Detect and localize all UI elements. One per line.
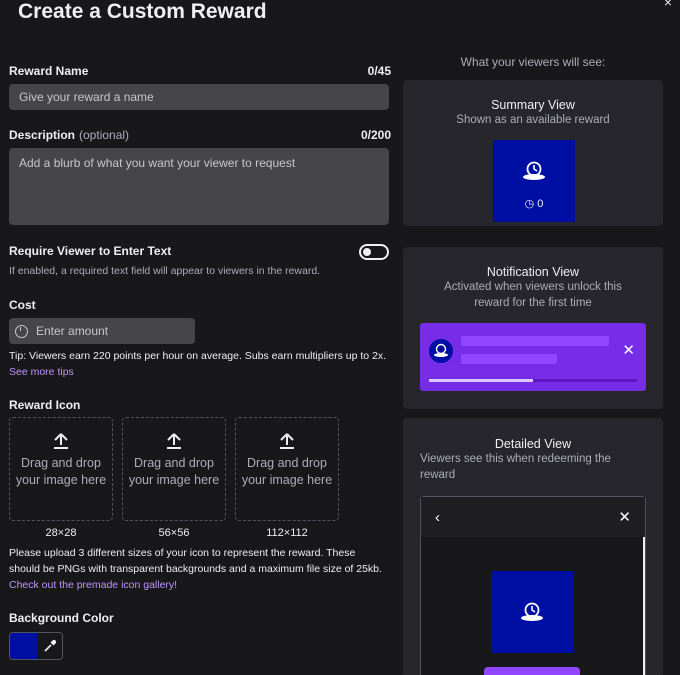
require-text-toggle[interactable] bbox=[359, 244, 389, 260]
reward-name-label: Reward Name bbox=[9, 64, 89, 78]
upload-help-text: Please upload 3 different sizes of your … bbox=[9, 547, 382, 575]
channel-points-icon bbox=[15, 324, 28, 338]
detailed-view-subtitle: Viewers see this when redeeming the rewa… bbox=[420, 453, 611, 481]
summary-view-subtitle: Shown as an available reward bbox=[456, 114, 610, 126]
reward-name-placeholder: Give your reward a name bbox=[19, 90, 154, 104]
icon-gallery-link[interactable]: Check out the premade icon gallery! bbox=[9, 579, 177, 591]
dropzone-text: Drag and drop your image here bbox=[128, 456, 220, 487]
description-textarea[interactable]: Add a blurb of what you want your viewer… bbox=[9, 148, 389, 225]
reward-name-input[interactable]: Give your reward a name bbox=[9, 84, 389, 110]
notification-view-card: Notification View Activated when viewers… bbox=[403, 247, 663, 409]
back-icon[interactable]: ‹ bbox=[435, 509, 440, 526]
summary-view-title: Summary View bbox=[491, 98, 575, 112]
description-label: Description bbox=[9, 128, 76, 142]
require-text-help: If enabled, a required text field will a… bbox=[9, 265, 321, 277]
summary-reward-tile: ◷ 0 bbox=[493, 140, 575, 222]
icon-dropzone-56[interactable]: Drag and drop your image here bbox=[122, 417, 226, 521]
dropzone-text: Drag and drop your image here bbox=[15, 456, 107, 487]
cost-tip-text: Tip: Viewers earn 220 points per hour on… bbox=[9, 350, 387, 362]
description-header: Description (optional) 0/200 bbox=[9, 128, 391, 142]
cost-placeholder: Enter amount bbox=[36, 324, 109, 338]
reward-gift-icon bbox=[521, 602, 543, 621]
icon-dropzone-112[interactable]: Drag and drop your image here bbox=[235, 417, 339, 521]
cost-input[interactable]: Enter amount bbox=[9, 318, 195, 344]
cost-tip: Tip: Viewers earn 220 points per hour on… bbox=[9, 348, 391, 380]
upload-icon bbox=[54, 433, 68, 449]
toggle-knob bbox=[363, 248, 371, 256]
reward-gift-icon bbox=[523, 161, 545, 180]
reward-name-header: Reward Name 0/45 bbox=[9, 64, 391, 78]
description-count: 0/200 bbox=[360, 128, 391, 142]
notification-preview: ✕ bbox=[420, 323, 646, 391]
reward-icon-label: Reward Icon bbox=[9, 398, 81, 412]
preview-heading: What your viewers will see: bbox=[460, 55, 606, 69]
scrollbar[interactable] bbox=[643, 537, 645, 675]
description-optional-label: (optional) bbox=[79, 128, 130, 142]
icon-size-112: 112×112 bbox=[266, 527, 308, 539]
detailed-preview-header: ‹ ✕ bbox=[421, 497, 645, 537]
eyedropper-icon[interactable] bbox=[38, 633, 62, 659]
page-title: Create a Custom Reward bbox=[18, 0, 267, 23]
progress-bar bbox=[429, 379, 637, 382]
close-icon[interactable]: ✕ bbox=[618, 508, 631, 526]
upload-help: Please upload 3 different sizes of your … bbox=[9, 545, 387, 593]
summary-view-card: Summary View Shown as an available rewar… bbox=[403, 80, 663, 226]
background-color-label: Background Color bbox=[9, 611, 114, 625]
upload-icon bbox=[280, 433, 294, 449]
text-placeholder bbox=[461, 336, 609, 346]
progress-fill bbox=[429, 379, 533, 382]
close-icon[interactable]: ✕ bbox=[622, 341, 635, 359]
detailed-reward-tile bbox=[491, 571, 573, 653]
redeem-button[interactable] bbox=[484, 667, 580, 675]
summary-cost-value: 0 bbox=[537, 198, 544, 210]
notification-view-subtitle: Activated when viewers unlock this rewar… bbox=[444, 281, 622, 309]
summary-cost: ◷ 0 bbox=[493, 197, 575, 210]
icon-size-28: 28×28 bbox=[45, 527, 77, 539]
detailed-view-card: Detailed View Viewers see this when rede… bbox=[403, 418, 663, 675]
see-more-tips-link[interactable]: See more tips bbox=[9, 366, 74, 378]
description-placeholder: Add a blurb of what you want your viewer… bbox=[19, 156, 296, 170]
close-icon[interactable]: × bbox=[664, 0, 672, 10]
upload-icon bbox=[167, 433, 181, 449]
channel-points-icon: ◷ bbox=[524, 198, 535, 210]
reward-name-count: 0/45 bbox=[367, 64, 391, 78]
icon-dropzone-28[interactable]: Drag and drop your image here bbox=[9, 417, 113, 521]
text-placeholder bbox=[461, 354, 557, 364]
reward-gift-icon bbox=[434, 343, 448, 357]
require-text-label: Require Viewer to Enter Text bbox=[9, 244, 172, 258]
detailed-view-title: Detailed View bbox=[494, 437, 572, 451]
cost-label: Cost bbox=[9, 298, 36, 312]
detailed-preview: ‹ ✕ bbox=[420, 496, 646, 675]
notification-view-title: Notification View bbox=[486, 265, 580, 279]
reward-avatar bbox=[429, 339, 453, 363]
dropzone-text: Drag and drop your image here bbox=[241, 456, 333, 487]
background-color-picker[interactable] bbox=[9, 632, 63, 660]
color-swatch[interactable] bbox=[10, 633, 38, 659]
icon-size-56: 56×56 bbox=[158, 527, 190, 539]
